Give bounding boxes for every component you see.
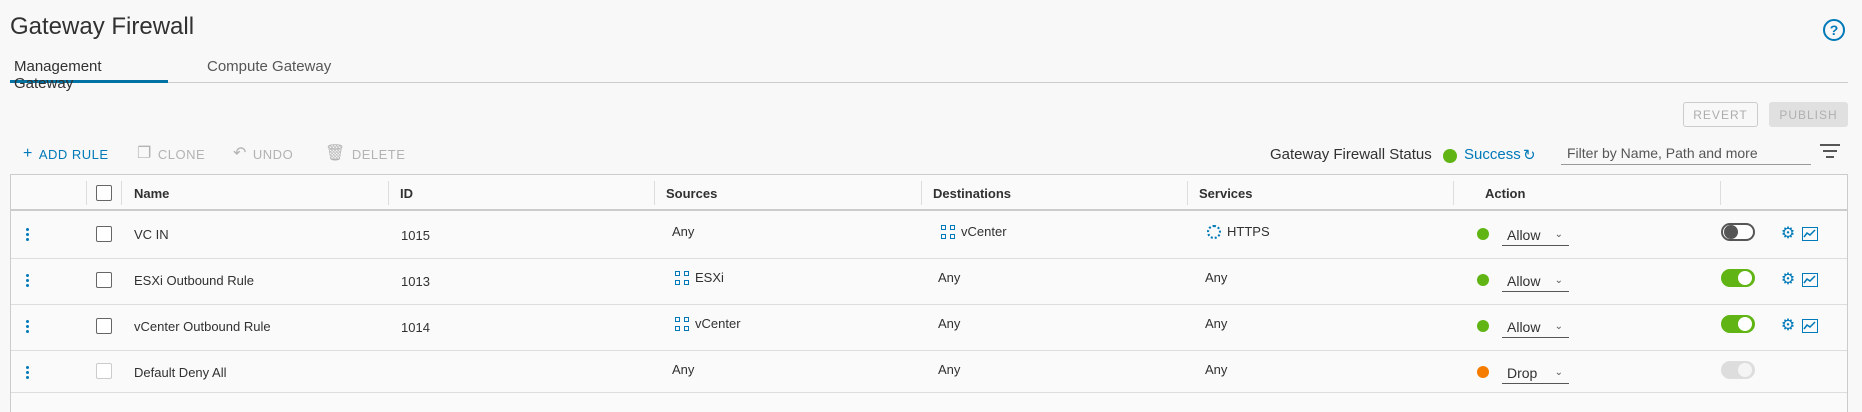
page-title: Gateway Firewall [10,13,195,40]
chevron-down-icon: ⌄ [1554,367,1563,378]
chevron-down-icon: ⌄ [1554,321,1563,332]
status-value: Success [1464,146,1521,163]
action-value: Drop [1507,364,1538,381]
action-allow-icon [1477,228,1489,240]
rules-grid: Name ID Sources Destinations Services Ac… [10,174,1848,412]
action-select[interactable]: Drop ⌄ [1502,362,1569,384]
tab-bar: Management Gateway Compute Gateway [10,58,1848,92]
row-menu-icon[interactable] [25,227,29,242]
stats-graph-icon[interactable] [1802,319,1818,333]
rule-sources[interactable]: vCenter [675,316,741,331]
clone-label: CLONE [157,146,206,162]
delete-label: DELETE [351,146,406,162]
column-header-name[interactable]: Name [134,186,169,201]
rule-name: Default Deny All [134,365,227,380]
revert-button[interactable]: REVERT [1683,102,1758,127]
group-icon [675,270,689,285]
action-select[interactable]: Allow ⌄ [1502,224,1569,246]
source-label: ESXi [695,270,724,285]
rule-enabled-toggle[interactable] [1721,223,1755,241]
rule-sources[interactable]: ESXi [675,270,724,285]
rule-destinations[interactable]: Any [938,270,960,285]
rule-sources[interactable]: Any [672,362,694,377]
rule-services[interactable]: Any [1205,316,1227,331]
rule-name: ESXi Outbound Rule [134,273,254,288]
add-rule-label: ADD RULE [38,146,109,162]
rule-services[interactable]: Any [1205,270,1227,285]
column-header-id[interactable]: ID [400,186,413,201]
gear-icon[interactable]: ⚙ [1780,226,1796,242]
table-row[interactable]: vCenter Outbound Rule 1014 vCenter Any A… [11,305,1847,351]
rule-enabled-toggle[interactable] [1721,315,1755,333]
row-menu-icon[interactable] [25,319,29,334]
trash-icon: 🗑 [325,145,346,162]
rule-destinations[interactable]: Any [938,362,960,377]
grid-header: Name ID Sources Destinations Services Ac… [11,175,1847,211]
row-checkbox [96,363,112,379]
add-rule-button[interactable]: + ADD RULE [23,145,109,163]
table-row[interactable]: Default Deny All Any Any Any Drop ⌄ [11,351,1847,393]
filter-input[interactable] [1561,141,1811,165]
stats-graph-icon[interactable] [1802,227,1818,241]
help-icon[interactable]: ? [1823,19,1845,41]
column-header-services[interactable]: Services [1199,186,1253,201]
undo-button[interactable]: ↶ UNDO [233,145,293,163]
chevron-down-icon: ⌄ [1554,229,1563,240]
action-select[interactable]: Allow ⌄ [1502,270,1569,292]
rule-id: 1014 [401,320,430,335]
row-menu-icon[interactable] [25,273,29,288]
stats-graph-icon[interactable] [1802,273,1818,287]
rule-destinations[interactable]: vCenter [941,224,1007,239]
gear-icon[interactable]: ⚙ [1780,272,1796,288]
rule-enabled-toggle[interactable] [1721,269,1755,287]
refresh-icon[interactable]: ↻ [1523,146,1536,164]
publish-button[interactable]: PUBLISH [1769,102,1848,127]
row-checkbox[interactable] [96,226,112,242]
undo-icon: ↶ [233,145,247,162]
clone-button[interactable]: ❐ CLONE [137,145,205,163]
service-icon [1207,224,1221,239]
table-row[interactable]: ESXi Outbound Rule 1013 ESXi Any Any All… [11,259,1847,305]
tab-management-gateway[interactable]: Management Gateway [10,58,168,92]
column-header-sources[interactable]: Sources [666,186,717,201]
column-header-action[interactable]: Action [1485,186,1525,201]
action-value: Allow [1507,318,1541,335]
rule-id: 1015 [401,228,430,243]
action-value: Allow [1507,272,1541,289]
gear-icon[interactable]: ⚙ [1780,318,1796,334]
copy-icon: ❐ [137,145,152,162]
rule-name: vCenter Outbound Rule [134,319,271,334]
group-icon [675,316,689,331]
action-allow-icon [1477,274,1489,286]
action-drop-icon [1477,366,1489,378]
row-checkbox[interactable] [96,318,112,334]
action-select[interactable]: Allow ⌄ [1502,316,1569,338]
tab-compute-gateway[interactable]: Compute Gateway [203,58,335,83]
status-success-icon [1443,149,1457,163]
rule-destinations[interactable]: Any [938,316,960,331]
rule-name: VC IN [134,227,169,242]
service-label: HTTPS [1227,224,1270,239]
filter-lines-icon[interactable] [1819,144,1841,160]
rule-sources[interactable]: Any [672,224,694,239]
rule-id: 1013 [401,274,430,289]
rule-services[interactable]: Any [1205,362,1227,377]
chevron-down-icon: ⌄ [1554,275,1563,286]
table-row[interactable]: VC IN 1015 Any vCenter HTTPS Allow ⌄ ⚙ [11,213,1847,259]
source-label: vCenter [695,316,741,331]
status-label: Gateway Firewall Status [1270,146,1432,163]
rule-services[interactable]: HTTPS [1207,224,1270,239]
plus-icon: + [23,145,33,162]
column-header-destinations[interactable]: Destinations [933,186,1011,201]
row-menu-icon[interactable] [25,365,29,380]
delete-button[interactable]: 🗑 DELETE [325,145,405,163]
group-icon [941,224,955,239]
destination-label: vCenter [961,224,1007,239]
row-checkbox[interactable] [96,272,112,288]
rule-enabled-toggle [1721,361,1755,379]
action-allow-icon [1477,320,1489,332]
select-all-checkbox[interactable] [96,185,112,201]
action-value: Allow [1507,226,1541,243]
undo-label: UNDO [252,146,294,162]
